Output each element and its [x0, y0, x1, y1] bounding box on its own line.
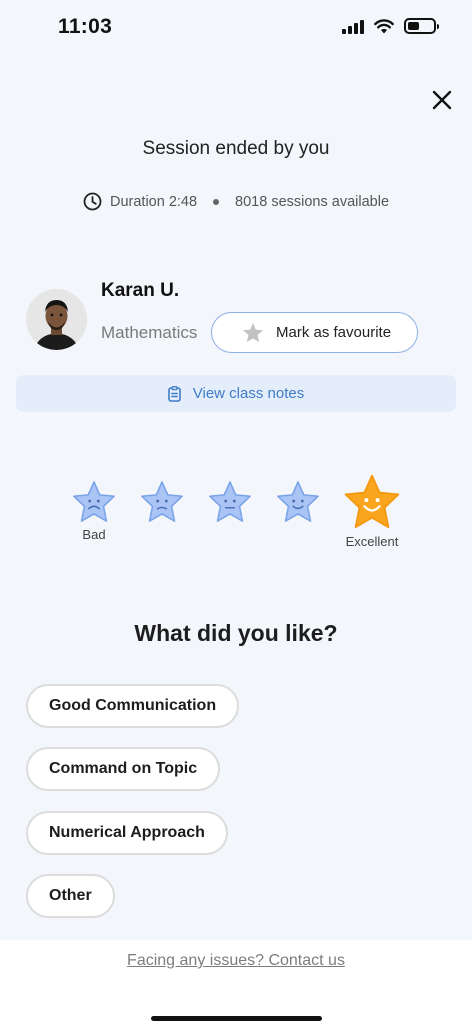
tutor-avatar [26, 289, 87, 350]
session-meta: Duration 2:48 8018 sessions available [0, 192, 472, 211]
mark-favourite-button[interactable]: Mark as favourite [211, 312, 418, 353]
view-class-notes-button[interactable]: View class notes [16, 375, 456, 412]
star-icon [242, 322, 264, 343]
like-option-good-communication[interactable]: Good Communication [26, 684, 240, 728]
session-title: Session ended by you [142, 138, 330, 159]
rating-excellent-label: Excellent [345, 534, 399, 549]
home-indicator[interactable] [151, 1016, 322, 1021]
separator-dot [213, 198, 220, 205]
sessions-available: 8018 sessions available [235, 193, 390, 210]
session-duration: Duration 2:48 [109, 193, 198, 210]
star-rating-3-neutral-icon[interactable] [207, 480, 253, 524]
like-section-title: What did you like? [134, 620, 338, 646]
status-icons [342, 18, 439, 34]
star-rating-4-smile-icon[interactable] [275, 480, 321, 524]
tutor-subject: Mathematics [101, 323, 198, 342]
notes-icon [167, 385, 181, 402]
like-option-command-on-topic[interactable]: Command on Topic [26, 747, 221, 791]
star-rating-1-sad-icon[interactable] [71, 480, 117, 524]
like-option-numerical-approach[interactable]: Numerical Approach [26, 811, 228, 855]
close-icon[interactable] [428, 86, 456, 114]
rating-bad-label: Bad [82, 527, 106, 542]
contact-us-link[interactable]: Facing any issues? Contact us [0, 952, 472, 970]
battery-icon [404, 18, 439, 34]
status-time: 11:03 [58, 15, 113, 38]
clock-icon [83, 192, 102, 211]
star-rating-5-excellent-icon[interactable] [342, 473, 402, 531]
mark-favourite-label: Mark as favourite [276, 324, 392, 341]
wifi-icon [374, 18, 394, 33]
status-bar: 11:03 [0, 0, 472, 56]
view-class-notes-label: View class notes [192, 385, 305, 402]
like-option-other[interactable]: Other [26, 874, 115, 918]
tutor-name: Karan U. [101, 280, 180, 301]
star-rating-2-unhappy-icon[interactable] [139, 480, 185, 524]
footer: Facing any issues? Contact us [0, 940, 472, 1024]
cellular-signal-icon [342, 19, 364, 34]
